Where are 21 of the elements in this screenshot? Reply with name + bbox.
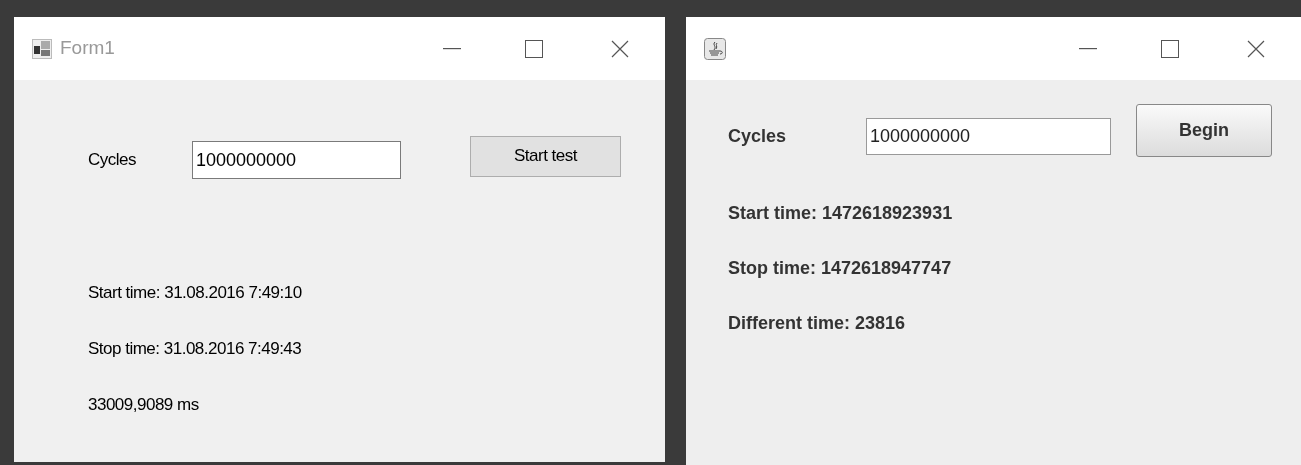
result-text: Stop time: 1472618947747 (728, 257, 953, 279)
close-icon[interactable] (1247, 39, 1265, 58)
result-text: Start time: 31.08.2016 7:49:10 (88, 282, 303, 304)
maximize-icon[interactable] (1161, 39, 1179, 58)
result-text: Start time: 1472618923931 (728, 202, 954, 224)
cycles-input[interactable]: 1000000000 (192, 141, 401, 179)
result-text: Stop time: 31.08.2016 7:49:43 (88, 338, 303, 360)
maximize-icon[interactable] (525, 39, 543, 58)
cycles-label: Cycles (88, 149, 137, 172)
form-icon (32, 38, 52, 59)
result-text: Different time: 23816 (728, 312, 907, 334)
cycles-label: Cycles (728, 125, 788, 148)
minimize-icon[interactable] (443, 47, 461, 50)
coffee-cup-icon (704, 37, 726, 60)
begin-button[interactable]: Begin (1136, 104, 1272, 157)
start-test-button[interactable]: Start test (470, 135, 621, 177)
close-icon[interactable] (611, 39, 629, 58)
result-text: 33009,9089 ms (88, 394, 200, 416)
cycles-input[interactable]: 1000000000 (866, 118, 1111, 155)
minimize-icon[interactable] (1079, 47, 1097, 50)
window-title: Form1 (60, 36, 115, 61)
